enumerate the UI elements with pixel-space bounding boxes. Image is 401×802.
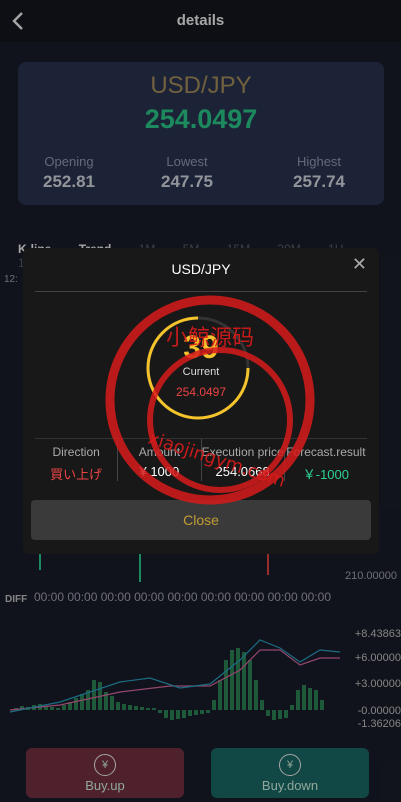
execution-label: Execution price — [201, 445, 284, 459]
countdown-value: 39 — [183, 329, 219, 365]
modal-title: USD/JPY — [171, 261, 231, 277]
amount-label: Amount — [138, 445, 181, 459]
current-value: 254.0497 — [175, 385, 227, 399]
divider — [35, 291, 367, 292]
amount-col: Amount ¥ 1000 — [118, 439, 202, 481]
direction-label: Direction — [52, 445, 100, 459]
forecast-label: Forecast.result — [286, 445, 366, 459]
execution-col: Execution price 254.0668 — [202, 439, 285, 481]
trade-modal: USD/JPY ✕ 39 Current 254.0497 Direction … — [23, 248, 379, 554]
close-icon[interactable]: ✕ — [352, 254, 367, 275]
direction-value: 買い上げ — [50, 467, 103, 482]
trade-info-row: Direction 買い上げ Amount ¥ 1000 Execution p… — [35, 438, 367, 482]
direction-col: Direction 買い上げ — [35, 439, 119, 482]
amount-value: ¥ 1000 — [139, 464, 180, 479]
execution-value: 254.0668 — [215, 464, 270, 479]
forecast-value: ￥-1000 — [302, 467, 349, 482]
current-label: Current — [182, 366, 220, 378]
forecast-col: Forecast.result ￥-1000 — [285, 439, 367, 482]
close-button[interactable]: Close — [31, 500, 371, 540]
